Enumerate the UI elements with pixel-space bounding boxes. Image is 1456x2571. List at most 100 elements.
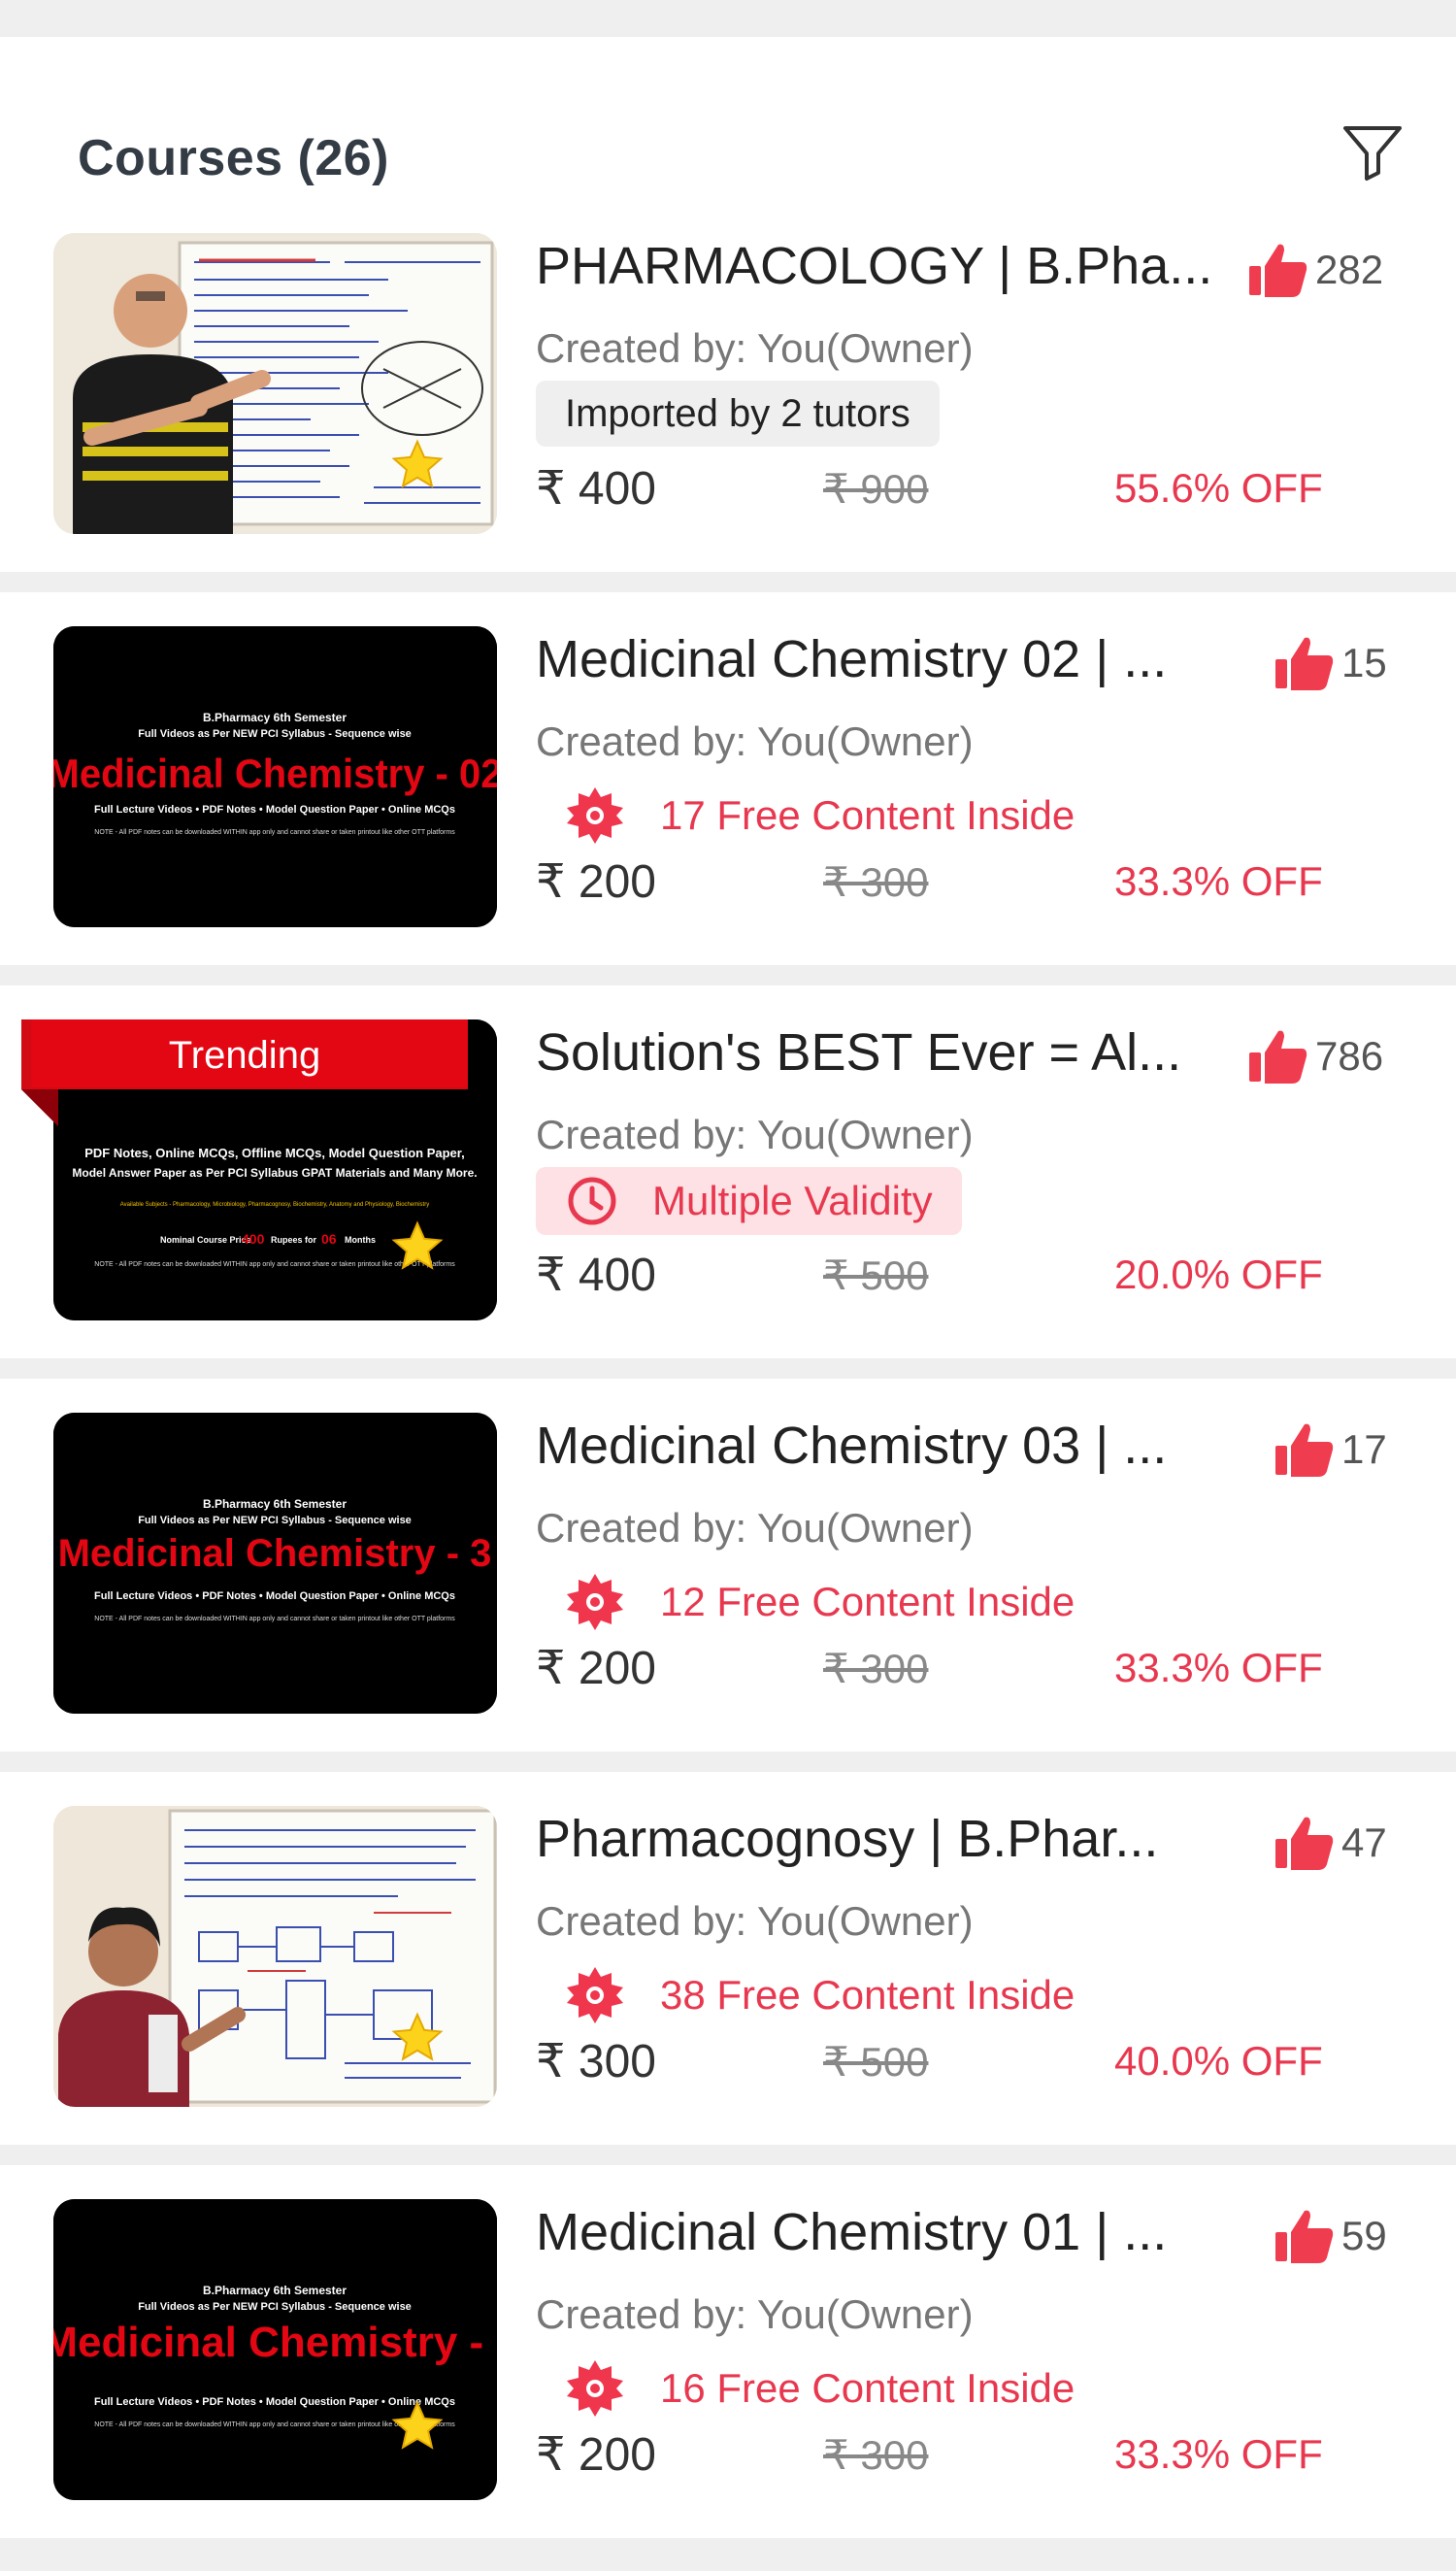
course-thumbnail: B.Pharmacy 6th Semester Full Videos as P… [53,2199,497,2500]
course-creator: Created by: You(Owner) [536,1898,974,1944]
top-strip [0,0,1456,37]
thumbs-up-icon [1275,2210,1334,2263]
thumbs-up-icon [1249,1030,1307,1084]
separator [0,572,1456,592]
course-creator: Created by: You(Owner) [536,1112,974,1157]
filter-icon [1343,126,1402,181]
gift-badge-icon [567,1574,623,1630]
course-card[interactable]: PDF Notes, Online MCQs, Offline MCQs, Mo… [0,985,1456,1358]
like-count: 59 [1341,2213,1387,2258]
discount-label: 33.3% OFF [1114,858,1323,904]
discount-label: 55.6% OFF [1114,465,1323,511]
like-button[interactable]: 59 [1274,2202,1387,2270]
like-count: 47 [1341,1820,1387,1865]
discount-label: 40.0% OFF [1114,2038,1323,2084]
filter-button[interactable] [1338,117,1407,186]
course-price: ₹ 200 [536,1643,656,1694]
validity-label: Multiple Validity [652,1178,933,1223]
thumb-text: Model Answer Paper as Per PCI Syllabus G… [72,1166,477,1180]
original-price: ₹ 900 [823,466,929,512]
thumb-text: NOTE - All PDF notes can be downloaded W… [94,829,455,836]
course-price: ₹ 400 [536,1250,656,1301]
original-price: ₹ 500 [823,2039,929,2085]
like-count: 786 [1315,1033,1384,1079]
thumbs-up-icon [1275,1423,1334,1477]
original-price: ₹ 500 [823,1252,929,1298]
like-button[interactable]: 786 [1247,1022,1383,1090]
course-title: PHARMACOLOGY | B.Pha... [536,237,1213,295]
thumb-text: Available Subjects - Pharmacology, Micro… [120,1202,429,1208]
gift-badge-icon [567,2360,623,2417]
course-creator: Created by: You(Owner) [536,325,974,371]
thumb-text: NOTE - All PDF notes can be downloaded W… [94,1616,455,1622]
imported-badge: Imported by 2 tutors [536,381,940,447]
course-card[interactable]: Pharmacognosy | B.Phar... 47 Created by:… [0,1772,1456,2145]
course-card[interactable]: B.Pharmacy 6th Semester Full Videos as P… [0,592,1456,965]
discount-label: 33.3% OFF [1114,1645,1323,1690]
course-price: ₹ 200 [536,2429,656,2481]
course-creator: Created by: You(Owner) [536,2291,974,2337]
free-content-badge: 38 Free Content Inside [565,1966,1075,2024]
free-content-badge: 16 Free Content Inside [565,2359,1075,2418]
course-title: Medicinal Chemistry 03 | ... [536,1417,1168,1475]
like-count: 282 [1315,247,1384,292]
thumb-headline: Medicinal Chemistry - I [53,2319,497,2366]
like-button[interactable]: 282 [1247,236,1383,304]
course-title: Medicinal Chemistry 02 | ... [536,630,1168,688]
featured-star-icon [391,1220,444,1270]
separator [0,965,1456,985]
thumb-text: Months [345,1235,376,1245]
featured-star-icon [391,439,444,488]
course-card[interactable]: PHARMACOLOGY | B.Pha... 282 Created by: … [0,199,1456,572]
thumbs-up-icon [1249,244,1307,297]
thumb-headline: Medicinal Chemistry - 02 [53,751,497,796]
thumb-text: B.Pharmacy 6th Semester [203,2284,347,2297]
thumb-text: B.Pharmacy 6th Semester [203,711,347,724]
course-thumbnail [53,1806,497,2107]
courses-panel: Courses (26) PHARMACOLOGY | B.Pha... 282… [0,37,1456,2558]
like-button[interactable]: 17 [1274,1416,1387,1484]
thumb-text: 400 [242,1231,265,1247]
like-button[interactable]: 47 [1274,1809,1387,1877]
free-content-label: 38 Free Content Inside [660,1972,1075,2018]
thumb-text: 06 [321,1231,337,1247]
featured-star-icon [391,2400,444,2450]
course-card[interactable]: B.Pharmacy 6th Semester Full Videos as P… [0,2165,1456,2538]
course-title: Medicinal Chemistry 01 | ... [536,2203,1168,2261]
course-title: Pharmacognosy | B.Phar... [536,1810,1159,1868]
course-title: Solution's BEST Ever = Al... [536,1023,1182,1082]
free-content-label: 17 Free Content Inside [660,792,1075,838]
discount-label: 20.0% OFF [1114,1252,1323,1297]
free-content-label: 16 Free Content Inside [660,2365,1075,2411]
course-thumbnail: PDF Notes, Online MCQs, Offline MCQs, Mo… [53,1019,497,1320]
course-price: ₹ 400 [536,463,656,515]
thumbs-up-icon [1275,1817,1334,1870]
page-title: Courses (26) [78,130,389,186]
original-price: ₹ 300 [823,859,929,905]
course-price: ₹ 300 [536,2036,656,2087]
validity-badge: Multiple Validity [536,1167,962,1235]
like-count: 15 [1341,640,1387,685]
thumb-text: Full Lecture Videos • PDF Notes • Model … [94,804,455,816]
thumb-text: PDF Notes, Online MCQs, Offline MCQs, Mo… [84,1146,465,1160]
course-thumbnail [53,233,497,534]
course-thumbnail: B.Pharmacy 6th Semester Full Videos as P… [53,1413,497,1714]
separator [0,2538,1456,2558]
separator [0,1358,1456,1379]
thumb-text: Full Videos as Per NEW PCI Syllabus - Se… [138,1515,412,1526]
thumb-text: B.Pharmacy 6th Semester [203,1497,347,1511]
separator [0,1752,1456,1772]
thumb-text: Rupees for [271,1235,317,1245]
original-price: ₹ 300 [823,1646,929,1691]
thumb-text: Full Lecture Videos • PDF Notes • Model … [94,1590,455,1602]
course-card[interactable]: B.Pharmacy 6th Semester Full Videos as P… [0,1379,1456,1752]
course-creator: Created by: You(Owner) [536,1505,974,1551]
discount-label: 33.3% OFF [1114,2431,1323,2477]
course-thumbnail: B.Pharmacy 6th Semester Full Videos as P… [53,626,497,927]
free-content-badge: 17 Free Content Inside [565,786,1075,845]
like-count: 17 [1341,1426,1387,1472]
thumb-text: Full Videos as Per NEW PCI Syllabus - Se… [138,728,412,740]
featured-star-icon [391,2012,444,2061]
free-content-badge: 12 Free Content Inside [565,1573,1075,1631]
like-button[interactable]: 15 [1274,629,1387,697]
